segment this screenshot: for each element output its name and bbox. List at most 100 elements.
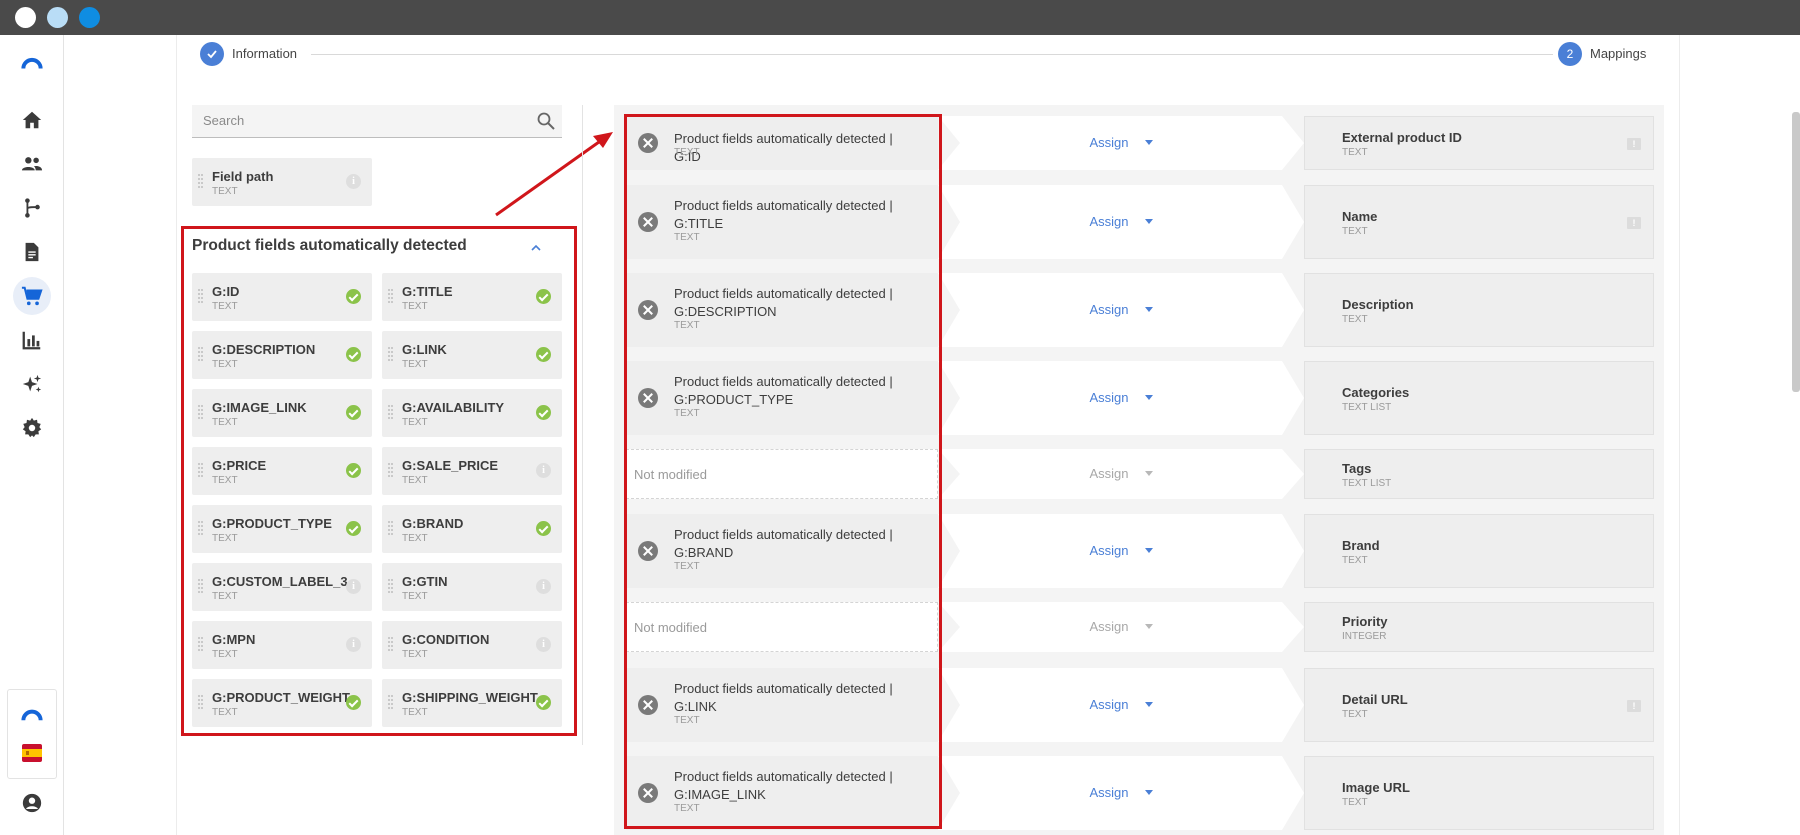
info-icon[interactable] <box>536 463 551 478</box>
account-icon[interactable] <box>18 789 46 817</box>
assign-dropdown[interactable]: Assign <box>938 785 1304 800</box>
info-icon[interactable] <box>536 637 551 652</box>
source-field-name: Product fields automatically detected | … <box>674 527 893 560</box>
field-type: TEXT <box>402 475 428 486</box>
document-icon[interactable] <box>18 238 46 266</box>
mapping-source-empty[interactable]: Not modified <box>626 602 938 652</box>
mapping-source[interactable]: Product fields automatically detected | … <box>626 668 938 742</box>
source-field-type: TEXT <box>674 232 700 243</box>
window-minimize-button[interactable] <box>47 7 68 28</box>
field-chip[interactable]: G:SALE_PRICE TEXT <box>382 447 562 495</box>
assign-dropdown[interactable]: Assign <box>938 214 1304 229</box>
cart-icon[interactable] <box>18 282 46 310</box>
drag-handle-icon[interactable] <box>198 636 203 652</box>
brand-logo-icon[interactable] <box>18 49 46 77</box>
step-mappings-label[interactable]: Mappings <box>1590 46 1646 61</box>
remove-mapping-icon[interactable] <box>638 783 658 803</box>
field-name: G:CONDITION <box>402 632 490 647</box>
assign-dropdown[interactable]: Assign <box>938 619 1304 634</box>
mapping-source-empty[interactable]: Not modified <box>626 449 938 499</box>
remove-mapping-icon[interactable] <box>638 133 658 153</box>
workflow-icon[interactable] <box>18 194 46 222</box>
assign-dropdown[interactable]: Assign <box>938 466 1304 481</box>
info-icon[interactable] <box>346 637 361 652</box>
drag-handle-icon[interactable] <box>388 636 393 652</box>
remove-mapping-icon[interactable] <box>638 388 658 408</box>
field-chip[interactable]: G:PRICE TEXT <box>192 447 372 495</box>
mapping-source[interactable]: Product fields automatically detected | … <box>626 361 938 435</box>
drag-handle-icon[interactable] <box>198 578 203 594</box>
gear-icon[interactable] <box>18 414 46 442</box>
field-chip[interactable]: Field path TEXT <box>192 158 372 206</box>
field-search-input[interactable] <box>203 113 523 128</box>
drag-handle-icon[interactable] <box>388 462 393 478</box>
assign-label: Assign <box>1089 302 1129 317</box>
assign-connector: Assign <box>938 514 1304 588</box>
info-icon[interactable] <box>346 579 361 594</box>
drag-handle-icon[interactable] <box>388 520 393 536</box>
drag-handle-icon[interactable] <box>388 578 393 594</box>
assign-dropdown[interactable]: Assign <box>938 390 1304 405</box>
field-chip[interactable]: G:GTIN TEXT <box>382 563 562 611</box>
mapping-source[interactable]: Product fields automatically detected | … <box>626 756 938 830</box>
mapping-source[interactable]: Product fields automatically detected | … <box>626 116 938 170</box>
source-field-type: TEXT <box>674 147 700 158</box>
mapping-source[interactable]: Product fields automatically detected | … <box>626 514 938 588</box>
drag-handle-icon[interactable] <box>388 694 393 710</box>
field-chip[interactable]: G:PRODUCT_WEIGHT TEXT <box>192 679 372 727</box>
users-icon[interactable] <box>18 150 46 178</box>
required-icon: ! <box>1627 217 1641 229</box>
drag-handle-icon[interactable] <box>198 694 203 710</box>
remove-mapping-icon[interactable] <box>638 300 658 320</box>
chevron-up-icon[interactable] <box>530 242 542 254</box>
spain-flag-icon[interactable] <box>18 739 46 767</box>
chart-icon[interactable] <box>18 326 46 354</box>
field-chip[interactable]: G:BRAND TEXT <box>382 505 562 553</box>
remove-mapping-icon[interactable] <box>638 541 658 561</box>
assign-dropdown[interactable]: Assign <box>938 697 1304 712</box>
drag-handle-icon[interactable] <box>388 288 393 304</box>
field-chip[interactable]: G:DESCRIPTION TEXT <box>192 331 372 379</box>
drag-handle-icon[interactable] <box>198 404 203 420</box>
field-chip[interactable]: G:MPN TEXT <box>192 621 372 669</box>
drag-handle-icon[interactable] <box>198 520 203 536</box>
drag-handle-icon[interactable] <box>198 173 203 189</box>
assign-connector: Assign <box>938 116 1304 170</box>
field-name: G:BRAND <box>402 516 464 531</box>
step-information-label[interactable]: Information <box>232 46 297 61</box>
mapping-source[interactable]: Product fields automatically detected | … <box>626 273 938 347</box>
step-information-check[interactable] <box>200 42 224 66</box>
mapping-source[interactable]: Product fields automatically detected | … <box>626 185 938 259</box>
brand-logo-icon[interactable] <box>18 700 46 728</box>
info-icon[interactable] <box>536 579 551 594</box>
drag-handle-icon[interactable] <box>198 288 203 304</box>
remove-mapping-icon[interactable] <box>638 695 658 715</box>
field-chip[interactable]: G:AVAILABILITY TEXT <box>382 389 562 437</box>
remove-mapping-icon[interactable] <box>638 212 658 232</box>
field-chip[interactable]: G:PRODUCT_TYPE TEXT <box>192 505 372 553</box>
drag-handle-icon[interactable] <box>388 346 393 362</box>
assign-dropdown[interactable]: Assign <box>938 302 1304 317</box>
window-maximize-button[interactable] <box>79 7 100 28</box>
field-chip[interactable]: G:LINK TEXT <box>382 331 562 379</box>
info-icon[interactable] <box>346 174 361 189</box>
field-chip[interactable]: G:SHIPPING_WEIGHT TEXT <box>382 679 562 727</box>
sparkles-icon[interactable] <box>18 370 46 398</box>
check-circle-icon <box>536 289 551 304</box>
field-chip[interactable]: G:ID TEXT <box>192 273 372 321</box>
assign-label: Assign <box>1089 543 1129 558</box>
field-chip[interactable]: G:CONDITION TEXT <box>382 621 562 669</box>
field-name: Field path <box>212 169 274 184</box>
field-chip[interactable]: G:TITLE TEXT <box>382 273 562 321</box>
field-chip[interactable]: G:CUSTOM_LABEL_3 TEXT <box>192 563 372 611</box>
home-icon[interactable] <box>18 106 46 134</box>
window-close-button[interactable] <box>15 7 36 28</box>
field-chip[interactable]: G:IMAGE_LINK TEXT <box>192 389 372 437</box>
drag-handle-icon[interactable] <box>198 346 203 362</box>
drag-handle-icon[interactable] <box>198 462 203 478</box>
scrollbar[interactable] <box>1792 112 1800 392</box>
drag-handle-icon[interactable] <box>388 404 393 420</box>
assign-dropdown[interactable]: Assign <box>938 135 1304 150</box>
assign-dropdown[interactable]: Assign <box>938 543 1304 558</box>
step-mappings-number[interactable]: 2 <box>1558 42 1582 66</box>
